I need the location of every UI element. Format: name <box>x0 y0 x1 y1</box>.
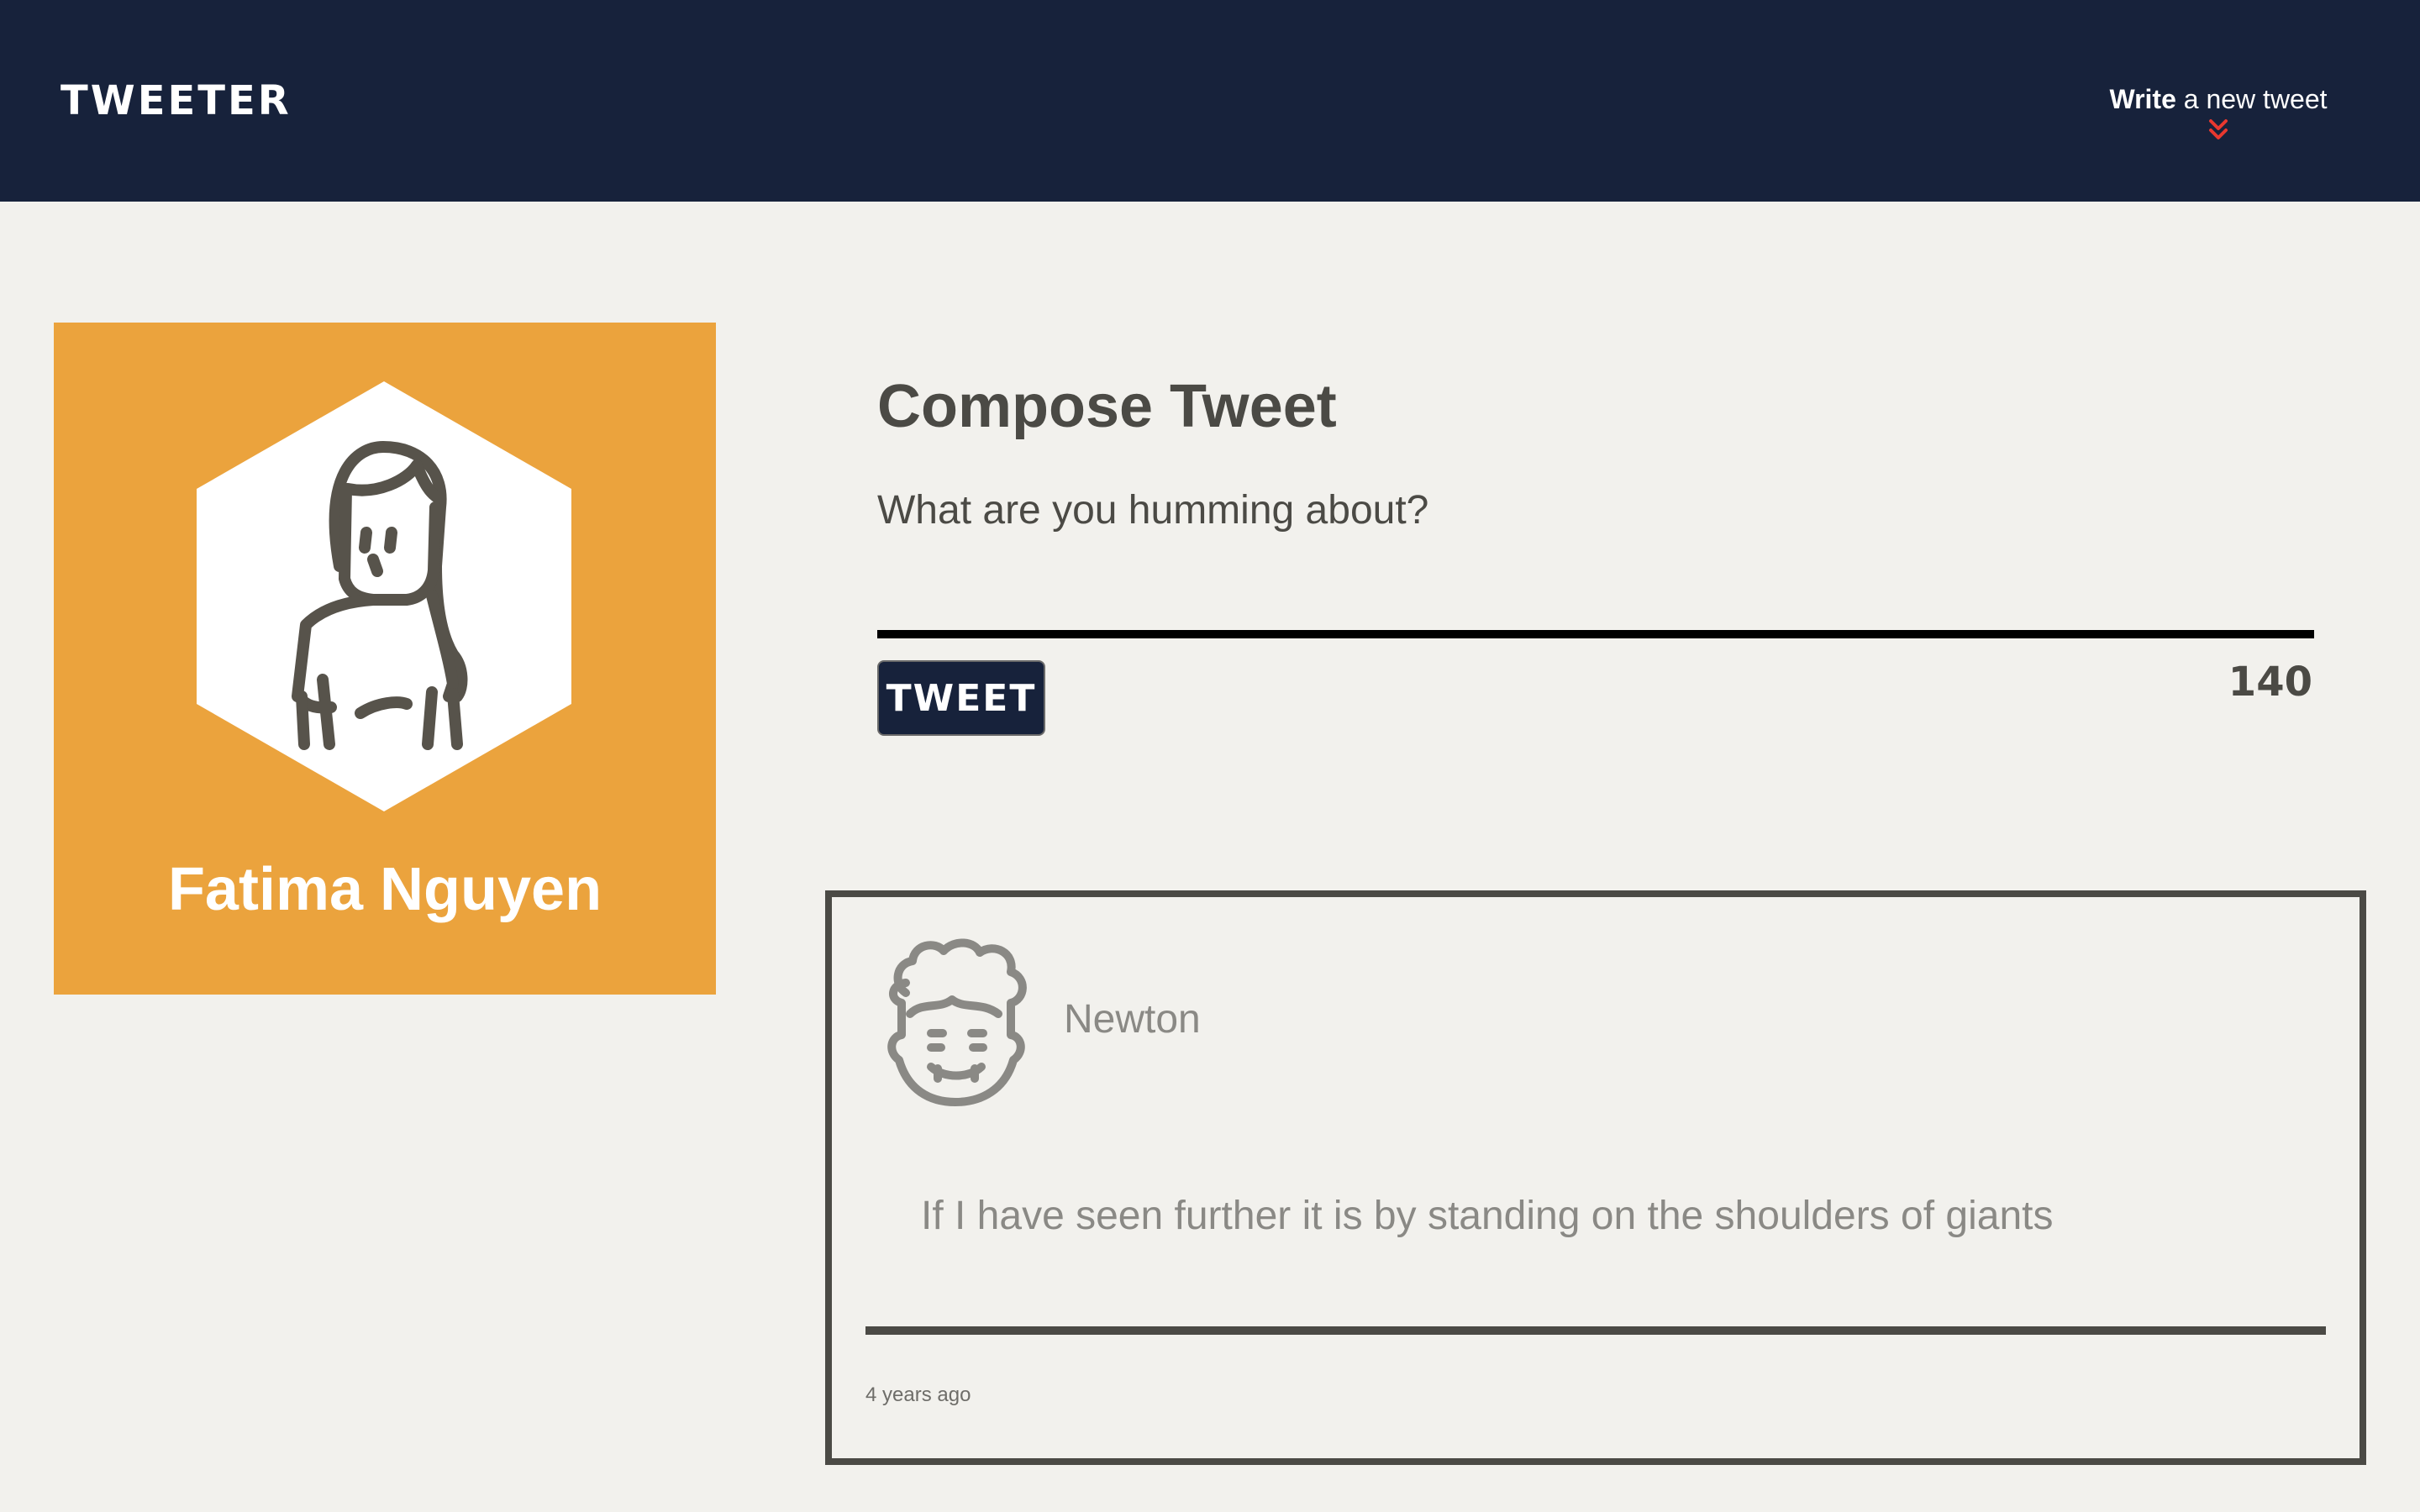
write-label-strong: Write <box>2109 84 2176 114</box>
double-chevron-down-icon <box>2209 119 2228 139</box>
brand-logo[interactable]: TWEETER <box>60 77 292 124</box>
write-label-rest: a new tweet <box>2175 84 2328 114</box>
profile-name: Fatima Nguyen <box>167 856 602 923</box>
tweet-timestamp: 4 years ago <box>865 1383 971 1406</box>
tweet-divider <box>865 1326 2326 1335</box>
compose-title: Compose Tweet <box>877 373 1337 440</box>
tweet-author[interactable]: Newton <box>1064 995 1201 1045</box>
profile-card: Fatima Nguyen <box>54 323 716 995</box>
character-counter: 140 <box>2228 659 2312 706</box>
top-navbar: TWEETER Write a new tweet <box>0 0 2420 202</box>
tweet-text-input[interactable] <box>877 479 2314 638</box>
woman-avatar-icon <box>197 381 571 811</box>
curly-hair-man-avatar-icon <box>887 938 1027 1106</box>
write-new-tweet-toggle[interactable]: Write a new tweet <box>2084 81 2353 143</box>
tweet-card: Newton If I have seen further it is by s… <box>825 890 2366 1465</box>
tweet-submit-button[interactable]: TWEET <box>877 660 1045 736</box>
tweet-text: If I have seen further it is by standing… <box>921 1194 2054 1238</box>
